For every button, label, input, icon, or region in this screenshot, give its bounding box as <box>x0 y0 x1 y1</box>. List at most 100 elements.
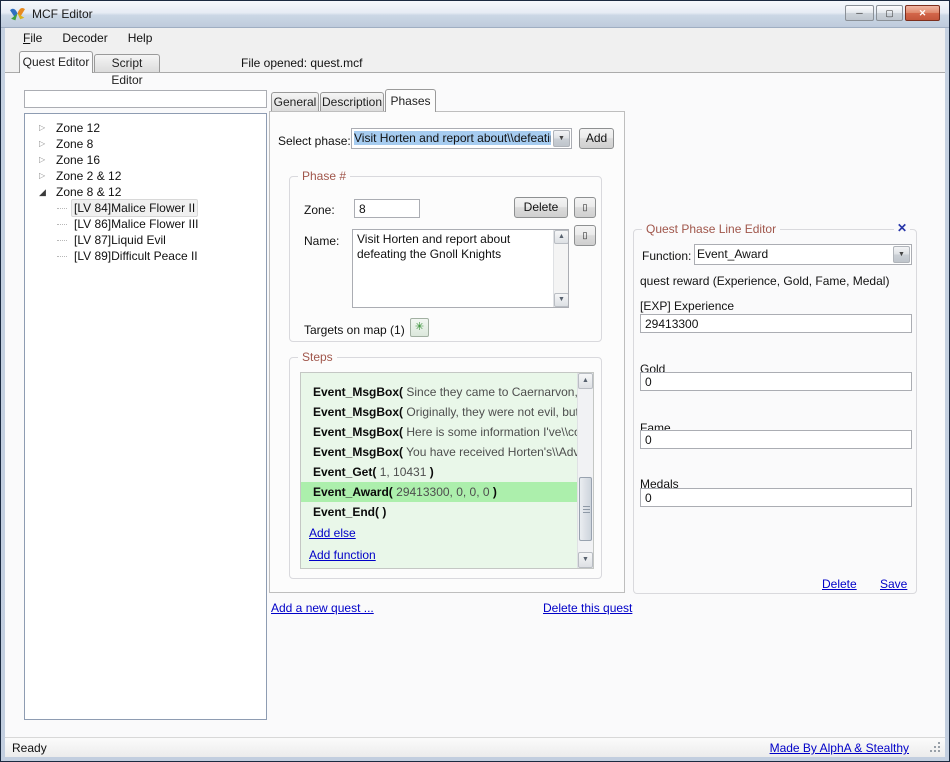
scroll-down-icon[interactable]: ▼ <box>578 552 593 568</box>
line-editor-title: Quest Phase Line Editor <box>642 222 780 236</box>
steps-list[interactable]: Event_MsgBox( Since they came to Caernar… <box>300 372 594 569</box>
tab-quest-editor[interactable]: Quest Editor <box>19 51 93 73</box>
delete-phase-button[interactable]: Delete <box>514 197 568 218</box>
line-editor-group: Quest Phase Line Editor ✕ Function: Even… <box>633 229 917 594</box>
step-row[interactable]: Event_MsgBox( Since they came to Caernar… <box>301 382 577 402</box>
zone-input[interactable] <box>354 199 420 218</box>
tree-item-label: [LV 86]Malice Flower III <box>74 216 199 232</box>
tree-item-label: [LV 84]Malice Flower II <box>71 199 198 217</box>
steps-group: Steps Event_MsgBox( Since they came to C… <box>289 357 602 579</box>
tree-expand-icon[interactable]: ▷ <box>39 136 50 152</box>
delete-this-quest-link[interactable]: Delete this quest <box>543 601 632 615</box>
tab-general[interactable]: General <box>271 92 319 111</box>
app-icon <box>9 6 26 23</box>
tree-expand-icon[interactable]: ▷ <box>39 152 50 168</box>
app-window: MCF Editor ─ ▢ ✕ FileDecoderHelp Quest E… <box>0 0 950 762</box>
status-bar: Ready Made By AlphA & Stealthy <box>5 737 945 757</box>
steps-scrollbar[interactable]: ▲ ▼ <box>577 373 593 568</box>
title-bar[interactable]: MCF Editor ─ ▢ ✕ <box>1 1 949 28</box>
field-label: [EXP] Experience <box>640 299 734 313</box>
tree-item-label: [LV 87]Liquid Evil <box>74 232 166 248</box>
menu-item-decoder[interactable]: Decoder <box>52 28 117 48</box>
phase-group: Phase # Zone: Delete ▯ ▯ Name: Visit Hor… <box>289 176 602 342</box>
tree-item-label: Zone 16 <box>56 152 100 168</box>
add-new-quest-link[interactable]: Add a new quest ... <box>271 601 374 615</box>
chevron-down-icon[interactable]: ▼ <box>893 246 910 263</box>
tree-item[interactable]: [LV 87]Liquid Evil <box>25 232 266 248</box>
scroll-up-icon[interactable]: ▲ <box>578 373 593 389</box>
tree-connector <box>57 208 67 209</box>
targets-on-map-button[interactable]: ✳ <box>410 318 429 337</box>
menu-bar: FileDecoderHelp <box>5 28 945 48</box>
maximize-button[interactable]: ▢ <box>876 5 903 21</box>
scroll-up-icon[interactable]: ▲ <box>554 230 569 244</box>
function-description: quest reward (Experience, Gold, Fame, Me… <box>640 274 889 288</box>
file-opened-label: File opened: quest.mcf <box>241 56 362 70</box>
tree-expand-icon[interactable]: ▷ <box>39 120 50 136</box>
tree-item[interactable]: ▷ Zone 8 <box>25 136 266 152</box>
phase-name-input[interactable]: Visit Horten and report about defeating … <box>352 229 569 308</box>
window-controls: ─ ▢ ✕ <box>845 5 940 21</box>
move-up-button[interactable]: ▯ <box>574 197 596 218</box>
tab-phases[interactable]: Phases <box>385 89 436 112</box>
steps-link[interactable]: Add function <box>309 548 577 566</box>
status-text: Ready <box>12 741 47 755</box>
tree-item[interactable]: ▷ Zone 12 <box>25 120 266 136</box>
chevron-down-icon[interactable]: ▼ <box>553 130 570 147</box>
tree-expand-icon[interactable]: ▷ <box>39 168 50 184</box>
field-input[interactable] <box>640 430 912 449</box>
save-line-link[interactable]: Save <box>880 577 907 591</box>
tab-description[interactable]: Description <box>320 92 384 111</box>
menu-item-file[interactable]: File <box>13 28 52 48</box>
tree-item[interactable]: ◢Zone 8 & 12 <box>25 184 266 200</box>
maximize-icon: ▢ <box>885 8 894 18</box>
close-editor-icon[interactable]: ✕ <box>894 221 910 235</box>
steps-group-title: Steps <box>298 350 337 364</box>
targets-label: Targets on map (1) <box>304 323 405 337</box>
tree-item-label: [LV 89]Difficult Peace II <box>74 248 198 264</box>
move-icon: ▯ <box>583 202 588 212</box>
add-phase-button[interactable]: Add <box>579 128 614 149</box>
move-down-button[interactable]: ▯ <box>574 225 596 246</box>
tree-item-label: Zone 12 <box>56 120 100 136</box>
field-input[interactable] <box>640 372 912 391</box>
field-input[interactable] <box>640 314 912 333</box>
tree-connector <box>57 224 67 225</box>
scrollbar-thumb[interactable] <box>579 477 592 541</box>
steps-link[interactable]: Add else <box>309 526 577 544</box>
step-row[interactable]: Event_End( ) <box>301 502 577 522</box>
tree-item[interactable]: ▷ Zone 16 <box>25 152 266 168</box>
tree-collapse-icon[interactable]: ◢ <box>39 184 50 200</box>
step-row[interactable]: Event_MsgBox( You have received Horten's… <box>301 442 577 462</box>
function-combobox[interactable]: Event_Award ▼ <box>694 244 912 265</box>
window-title: MCF Editor <box>32 7 93 21</box>
tree-item-label: Zone 8 <box>56 136 93 152</box>
step-row[interactable]: Event_Get( 1, 10431 ) <box>301 462 577 482</box>
step-row[interactable]: Event_Award( 29413300, 0, 0, 0 ) <box>301 482 577 502</box>
step-row[interactable]: Event_MsgBox( Originally, they were not … <box>301 402 577 422</box>
minimize-button[interactable]: ─ <box>845 5 874 21</box>
zone-tree[interactable]: ▷ Zone 12 ▷ Zone 8 ▷ Zone 16▷Zone 2 & 12◢Zone… <box>24 113 267 720</box>
tree-item[interactable]: ▷Zone 2 & 12 <box>25 168 266 184</box>
phase-combobox-value: Visit Horten and report about\\defeating <box>354 131 551 145</box>
field-input[interactable] <box>640 488 912 507</box>
tree-item[interactable]: [LV 86]Malice Flower III <box>25 216 266 232</box>
search-input[interactable] <box>24 90 267 108</box>
delete-line-link[interactable]: Delete <box>822 577 857 591</box>
client-area: FileDecoderHelp Quest Editor Script Edit… <box>5 28 945 757</box>
function-combobox-value: Event_Award <box>697 247 891 261</box>
credits-link[interactable]: Made By AlphA & Stealthy <box>770 741 909 755</box>
menu-item-help[interactable]: Help <box>118 28 163 48</box>
tree-item[interactable]: [LV 89]Difficult Peace II <box>25 248 266 264</box>
name-label: Name: <box>304 234 339 248</box>
resize-grip[interactable] <box>938 750 940 752</box>
close-button[interactable]: ✕ <box>905 5 940 21</box>
function-label: Function: <box>642 249 691 263</box>
phase-combobox[interactable]: Visit Horten and report about\\defeating… <box>351 128 572 149</box>
tree-connector <box>57 240 67 241</box>
tree-item[interactable]: [LV 84]Malice Flower II <box>25 200 266 216</box>
move-icon: ▯ <box>583 230 588 240</box>
step-row[interactable]: Event_MsgBox( Here is some information I… <box>301 422 577 442</box>
tab-script-editor[interactable]: Script Editor <box>94 54 160 72</box>
scroll-down-icon[interactable]: ▼ <box>554 293 569 307</box>
